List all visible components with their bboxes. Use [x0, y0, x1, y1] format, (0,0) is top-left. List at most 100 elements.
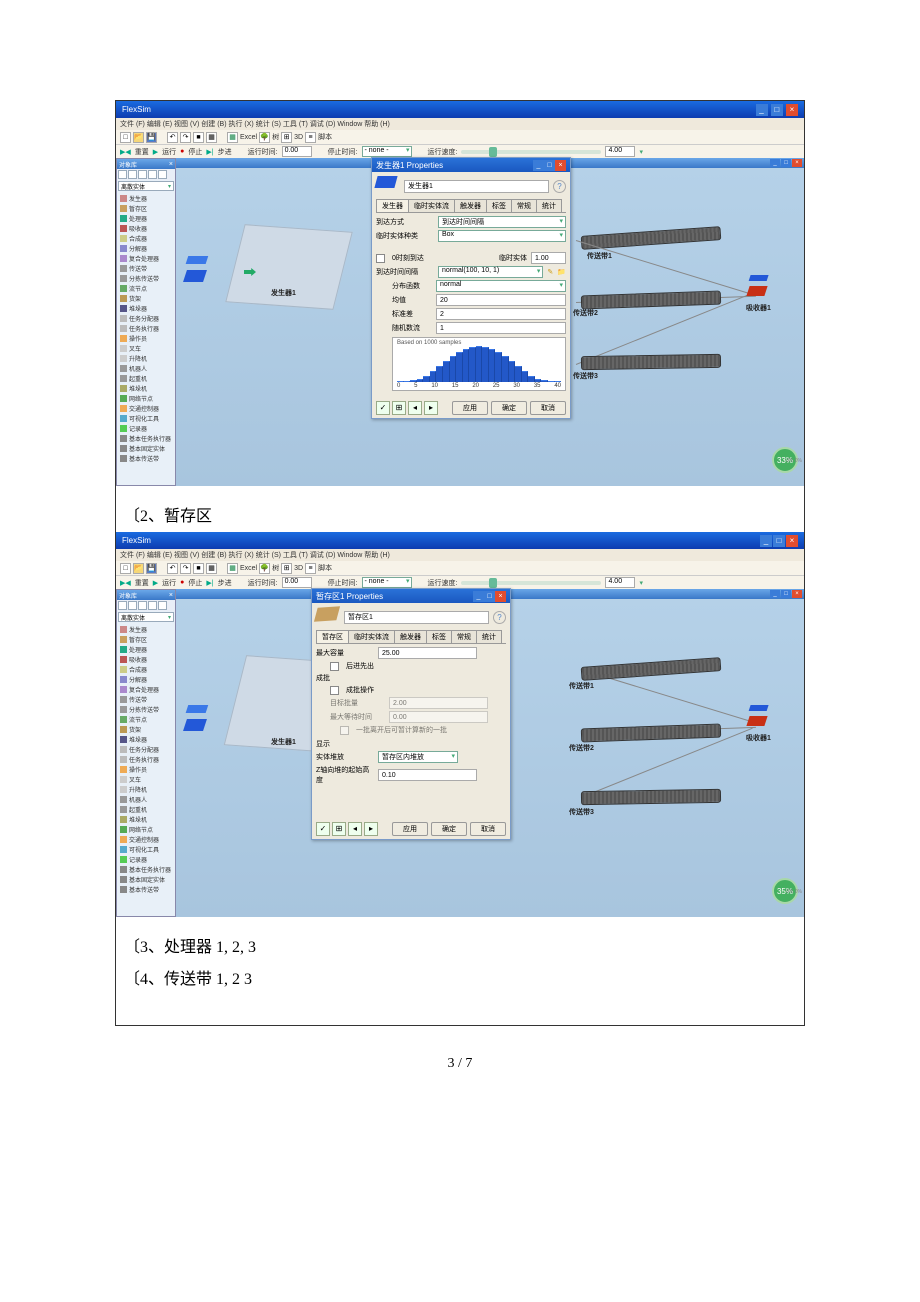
minimize-icon[interactable]: _ — [533, 160, 544, 171]
sidebar-item[interactable]: 任务执行器 — [119, 323, 173, 333]
help-icon[interactable]: ? — [493, 611, 506, 624]
lifo-checkbox[interactable] — [330, 662, 339, 671]
name-input[interactable] — [404, 180, 549, 193]
maximize-icon[interactable]: □ — [771, 104, 783, 116]
tool2-icon[interactable]: ▦ — [206, 132, 217, 143]
stack-select[interactable]: 暂存区内堆放 — [378, 751, 458, 763]
excel-icon[interactable]: ▦ — [227, 563, 238, 574]
sidebar-item[interactable]: 分拣传送带 — [119, 273, 173, 283]
foot-icon-1[interactable]: ✓ — [376, 401, 390, 415]
dialog-tab[interactable]: 触发器 — [394, 630, 427, 643]
sb-icon-2[interactable] — [128, 170, 137, 179]
excel-icon[interactable]: ▦ — [227, 132, 238, 143]
tree-icon[interactable]: 🌳 — [259, 132, 270, 143]
open-icon[interactable]: 📂 — [133, 563, 144, 574]
reset-label[interactable]: 重置 — [135, 147, 149, 157]
sb-icon-1[interactable] — [118, 170, 127, 179]
close-icon[interactable]: × — [555, 160, 566, 171]
dialog-tab[interactable]: 临时实体流 — [348, 630, 395, 643]
prev-icon[interactable]: ◂ — [408, 401, 422, 415]
conveyor-3[interactable] — [581, 789, 721, 805]
sidebar-item[interactable]: 记录器 — [119, 854, 173, 864]
sidebar-item[interactable]: 可视化工具 — [119, 844, 173, 854]
sidebar-filter[interactable]: 离散实体 — [118, 181, 174, 191]
maximize-icon[interactable]: □ — [781, 159, 791, 167]
maximize-icon[interactable]: □ — [484, 591, 495, 602]
sidebar-item[interactable]: 任务执行器 — [119, 754, 173, 764]
run-icon[interactable]: ▶ — [153, 148, 158, 156]
sidebar-item[interactable]: 基本固定实体 — [119, 443, 173, 453]
sb-icon-3[interactable] — [138, 170, 147, 179]
dialog-tab[interactable]: 标签 — [486, 199, 512, 212]
view3d-icon[interactable]: ⊞ — [281, 132, 292, 143]
sidebar-item[interactable]: 堆垛器 — [119, 734, 173, 744]
dialog-titlebar[interactable]: 发生器1 Properties _□× — [372, 158, 570, 172]
dialog-tab[interactable]: 临时实体流 — [408, 199, 455, 212]
sidebar-item[interactable]: 基本传送带 — [119, 453, 173, 463]
code-icon[interactable]: ✎ — [547, 268, 553, 276]
close-icon[interactable]: × — [169, 592, 173, 599]
conveyor-3[interactable] — [581, 354, 721, 370]
sidebar-item[interactable]: 升降机 — [119, 784, 173, 794]
batch-checkbox[interactable] — [330, 686, 339, 695]
stop-label[interactable]: 停止 — [188, 147, 202, 157]
sidebar-item[interactable]: 交通控制器 — [119, 834, 173, 844]
menu-bar[interactable]: 文件 (F) 编辑 (E) 视图 (V) 创建 (B) 执行 (X) 统计 (S… — [116, 118, 804, 130]
flowitem-type-select[interactable]: Box — [438, 230, 566, 242]
sidebar-item[interactable]: 可视化工具 — [119, 413, 173, 423]
speed-end[interactable]: 4.00 — [605, 146, 635, 157]
maximize-icon[interactable]: □ — [773, 535, 785, 547]
close-icon[interactable]: × — [792, 590, 802, 598]
sb-icon-4[interactable] — [148, 170, 157, 179]
browse-icon[interactable]: 📁 — [557, 268, 566, 276]
foot-icon-1[interactable]: ✓ — [316, 822, 330, 836]
dialog-tab[interactable]: 常规 — [451, 630, 477, 643]
sidebar-item[interactable]: 分解器 — [119, 243, 173, 253]
sidebar-item[interactable]: 机器人 — [119, 363, 173, 373]
dialog-tab[interactable]: 统计 — [476, 630, 502, 643]
save-icon[interactable]: 💾 — [146, 132, 157, 143]
dist-select[interactable]: normal — [436, 280, 566, 292]
minimize-icon[interactable]: _ — [756, 104, 768, 116]
conveyor-2[interactable] — [581, 291, 721, 310]
gap-input[interactable] — [378, 769, 477, 781]
apply-button[interactable]: 应用 — [392, 822, 428, 836]
menu-bar[interactable]: 文件 (F) 编辑 (E) 视图 (V) 创建 (B) 执行 (X) 统计 (S… — [116, 549, 804, 561]
conveyor-1[interactable] — [581, 657, 722, 681]
sidebar-item[interactable]: 堆垛器 — [119, 303, 173, 313]
ok-button[interactable]: 确定 — [431, 822, 467, 836]
sidebar-item[interactable]: 基本任务执行器 — [119, 433, 173, 443]
sidebar-item[interactable]: 暂存区 — [119, 203, 173, 213]
ok-button[interactable]: 确定 — [491, 401, 527, 415]
sidebar-item[interactable]: 流节点 — [119, 714, 173, 724]
redo-icon[interactable]: ↷ — [180, 563, 191, 574]
dialog-tab[interactable]: 发生器 — [376, 199, 409, 212]
close-icon[interactable]: × — [792, 159, 802, 167]
sidebar-item[interactable]: 网络节点 — [119, 393, 173, 403]
sidebar-item[interactable]: 处理器 — [119, 213, 173, 223]
sidebar-item[interactable]: 基本固定实体 — [119, 874, 173, 884]
sidebar-item[interactable]: 升降机 — [119, 353, 173, 363]
sidebar-item[interactable]: 任务分配器 — [119, 313, 173, 323]
temp-entity-input[interactable] — [531, 252, 566, 264]
mean-input[interactable] — [436, 294, 566, 306]
new-icon[interactable]: □ — [120, 563, 131, 574]
dialog-tab[interactable]: 常规 — [511, 199, 537, 212]
view3d-icon[interactable]: ⊞ — [281, 563, 292, 574]
conveyor-2[interactable] — [581, 724, 721, 743]
foot-icon-2[interactable]: ⊞ — [392, 401, 406, 415]
sidebar-item[interactable]: 传送带 — [119, 263, 173, 273]
tool-icon[interactable]: ■ — [193, 563, 204, 574]
3d-canvas[interactable]: 发生器1 传送带1 传送带2 传送带3 吸收器1 发生器1 — [176, 168, 804, 486]
stop-icon[interactable]: ● — [180, 148, 184, 155]
stream-input[interactable] — [436, 322, 566, 334]
sidebar-item[interactable]: 发生器 — [119, 193, 173, 203]
close-icon[interactable]: × — [495, 591, 506, 602]
sidebar-item[interactable]: 堆垛机 — [119, 814, 173, 824]
name-input[interactable] — [344, 611, 489, 624]
sidebar-item[interactable]: 基本任务执行器 — [119, 864, 173, 874]
sidebar-item[interactable]: 发生器 — [119, 624, 173, 634]
sidebar-item[interactable]: 操作员 — [119, 333, 173, 343]
stddev-input[interactable] — [436, 308, 566, 320]
sidebar-item[interactable]: 分解器 — [119, 674, 173, 684]
